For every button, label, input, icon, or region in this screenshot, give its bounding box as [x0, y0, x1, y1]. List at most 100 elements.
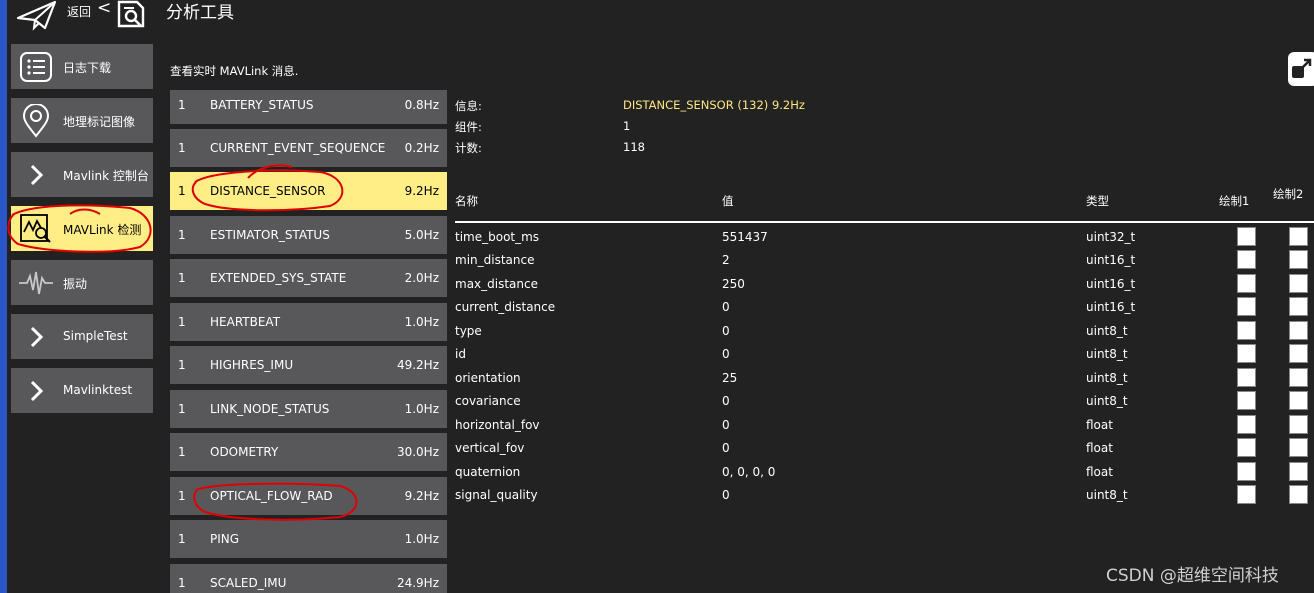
- field-type: uint8_t: [1086, 347, 1128, 361]
- message-component: 1: [178, 402, 186, 416]
- field-name: min_distance: [455, 253, 535, 267]
- plot1-checkbox[interactable]: [1237, 321, 1256, 340]
- message-name: ODOMETRY: [210, 445, 279, 459]
- message-component: 1: [178, 358, 186, 372]
- field-type: uint8_t: [1086, 488, 1128, 502]
- sidebar-item-label: SimpleTest: [63, 329, 128, 343]
- field-type: uint8_t: [1086, 371, 1128, 385]
- message-row-odometry[interactable]: 1 ODOMETRY 30.0Hz: [170, 433, 447, 471]
- plot2-checkbox[interactable]: [1289, 321, 1308, 340]
- info-component-value: 1: [623, 119, 631, 133]
- field-type: uint16_t: [1086, 300, 1136, 314]
- field-name: time_boot_ms: [455, 230, 540, 244]
- field-value: 0: [722, 347, 730, 361]
- message-name: OPTICAL_FLOW_RAD: [210, 489, 333, 503]
- message-name: EXTENDED_SYS_STATE: [210, 271, 347, 285]
- field-type: float: [1086, 441, 1113, 455]
- message-row-link-node-status[interactable]: 1 LINK_NODE_STATUS 1.0Hz: [170, 390, 447, 428]
- field-value: 0: [722, 300, 730, 314]
- sidebar-item-vibration[interactable]: 振动: [11, 260, 153, 305]
- field-value: 0, 0, 0, 0: [722, 465, 776, 479]
- plot2-checkbox[interactable]: [1289, 344, 1308, 363]
- message-row-heartbeat[interactable]: 1 HEARTBEAT 1.0Hz: [170, 303, 447, 341]
- plot2-checkbox[interactable]: [1289, 485, 1308, 504]
- table-row: quaternion 0, 0, 0, 0 float: [455, 461, 1314, 484]
- message-row-battery-status[interactable]: 1 BATTERY_STATUS 0.8Hz: [170, 90, 447, 124]
- plot2-checkbox[interactable]: [1289, 227, 1308, 246]
- field-name: max_distance: [455, 277, 538, 291]
- popout-button[interactable]: [1288, 52, 1314, 86]
- chevron-left-icon[interactable]: <: [97, 0, 111, 18]
- plot2-checkbox[interactable]: [1289, 462, 1308, 481]
- field-value: 250: [722, 277, 745, 291]
- plot1-checkbox[interactable]: [1237, 344, 1256, 363]
- message-row-current-event-sequence[interactable]: 1 CURRENT_EVENT_SEQUENCE 0.2Hz: [170, 129, 447, 167]
- message-rate: 1.0Hz: [404, 315, 439, 329]
- message-row-distance-sensor[interactable]: 1 DISTANCE_SENSOR 9.2Hz: [170, 172, 447, 210]
- plot2-checkbox[interactable]: [1289, 297, 1308, 316]
- message-component: 1: [178, 315, 186, 329]
- message-rate: 49.2Hz: [396, 358, 439, 372]
- back-button[interactable]: 返回: [67, 3, 91, 20]
- message-name: ESTIMATOR_STATUS: [210, 228, 330, 242]
- sidebar-item-mavlinktest[interactable]: Mavlinktest: [11, 368, 153, 413]
- plot1-checkbox[interactable]: [1237, 368, 1256, 387]
- plot1-checkbox[interactable]: [1237, 227, 1256, 246]
- chart-search-icon: [20, 214, 51, 243]
- message-name: CURRENT_EVENT_SEQUENCE: [210, 141, 386, 155]
- sidebar-item-log-download[interactable]: 日志下载: [11, 44, 153, 89]
- map-pin-icon: [22, 104, 50, 138]
- plot1-checkbox[interactable]: [1237, 485, 1256, 504]
- field-value: 551437: [722, 230, 768, 244]
- plot1-checkbox[interactable]: [1237, 274, 1256, 293]
- plot2-checkbox[interactable]: [1289, 391, 1308, 410]
- plot1-checkbox[interactable]: [1237, 438, 1256, 457]
- plot2-checkbox[interactable]: [1289, 368, 1308, 387]
- plot2-checkbox[interactable]: [1289, 274, 1308, 293]
- table-row: time_boot_ms 551437 uint32_t: [455, 226, 1314, 249]
- message-row-optical-flow-rad[interactable]: 1 OPTICAL_FLOW_RAD 9.2Hz: [170, 477, 447, 515]
- field-name: id: [455, 347, 466, 361]
- message-row-scaled-imu[interactable]: 1 SCALED_IMU 24.9Hz: [170, 564, 447, 593]
- message-row-highres-imu[interactable]: 1 HIGHRES_IMU 49.2Hz: [170, 346, 447, 384]
- sidebar-item-mavlink-console[interactable]: Mavlink 控制台: [11, 152, 153, 197]
- field-name: signal_quality: [455, 488, 538, 502]
- message-list[interactable]: 1 BATTERY_STATUS 0.8Hz 1 CURRENT_EVENT_S…: [170, 90, 447, 593]
- table-row: current_distance 0 uint16_t: [455, 296, 1314, 319]
- plot1-checkbox[interactable]: [1237, 297, 1256, 316]
- plot1-checkbox[interactable]: [1237, 391, 1256, 410]
- plot1-checkbox[interactable]: [1237, 415, 1256, 434]
- message-component: 1: [178, 228, 186, 242]
- paper-plane-icon[interactable]: [15, 0, 59, 32]
- message-row-extended-sys-state[interactable]: 1 EXTENDED_SYS_STATE 2.0Hz: [170, 259, 447, 297]
- message-row-estimator-status[interactable]: 1 ESTIMATOR_STATUS 5.0Hz: [170, 216, 447, 254]
- sidebar-item-simpletest[interactable]: SimpleTest: [11, 314, 153, 359]
- plot1-checkbox[interactable]: [1237, 462, 1256, 481]
- field-name: vertical_fov: [455, 441, 525, 455]
- chevron-right-icon: [30, 380, 44, 402]
- plot1-checkbox[interactable]: [1237, 250, 1256, 269]
- page-title: 分析工具: [166, 3, 234, 23]
- field-value: 0: [722, 441, 730, 455]
- sidebar-item-mavlink-inspector[interactable]: MAVLink 检测: [11, 206, 153, 251]
- field-type: uint16_t: [1086, 253, 1136, 267]
- header-divider: [455, 221, 1314, 223]
- table-row: signal_quality 0 uint8_t: [455, 484, 1314, 507]
- watermark: CSDN @超维空间科技: [1106, 566, 1279, 586]
- header-plot1: 绘制1: [1219, 194, 1250, 208]
- sidebar-item-geotag-images[interactable]: 地理标记图像: [11, 98, 153, 143]
- message-rate: 9.2Hz: [404, 184, 439, 198]
- top-bar: 返回 < 分析工具: [7, 0, 1314, 38]
- message-row-ping[interactable]: 1 PING 1.0Hz: [170, 520, 447, 558]
- message-component: 1: [178, 489, 186, 503]
- plot2-checkbox[interactable]: [1289, 250, 1308, 269]
- plot2-checkbox[interactable]: [1289, 415, 1308, 434]
- field-type: uint8_t: [1086, 394, 1128, 408]
- sidebar-item-label: 振动: [63, 277, 88, 291]
- message-rate: 1.0Hz: [404, 402, 439, 416]
- field-type: uint16_t: [1086, 277, 1136, 291]
- plot2-checkbox[interactable]: [1289, 438, 1308, 457]
- message-rate: 5.0Hz: [404, 228, 439, 242]
- message-name: LINK_NODE_STATUS: [210, 402, 330, 416]
- message-name: BATTERY_STATUS: [210, 98, 314, 112]
